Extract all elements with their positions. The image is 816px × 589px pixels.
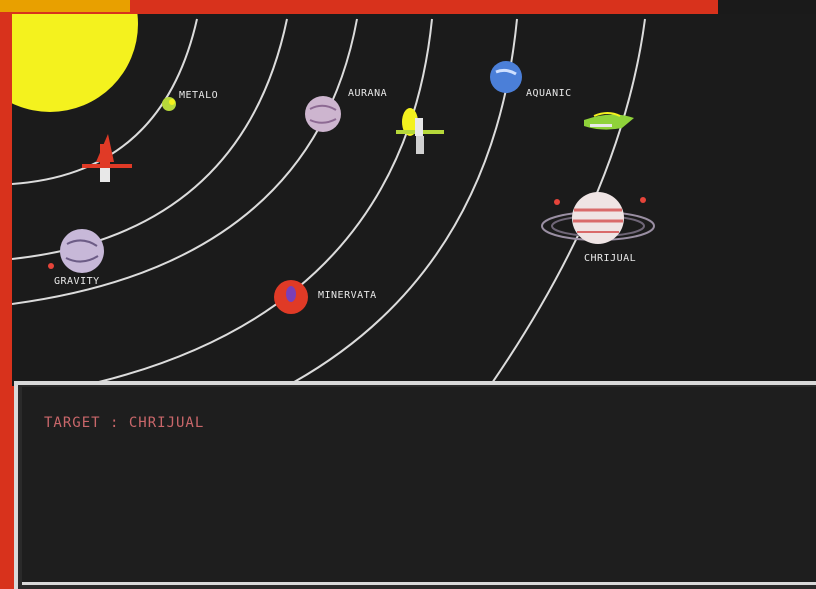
planet-label-chrijual: CHRIJUAL: [584, 253, 636, 264]
planet-aurana[interactable]: AURANA: [305, 88, 387, 132]
solar-system-map[interactable]: METALO AURANA AQUANIC GRAVITY MINERVATA …: [12, 14, 816, 386]
red-rocket-ship-icon[interactable]: [82, 134, 132, 182]
pink-planet-icon: [305, 96, 341, 132]
message-box: TARGET : CHRIJUAL: [22, 387, 816, 585]
orbit-5: [286, 18, 518, 386]
planet-label-metalo: METALO: [179, 90, 218, 101]
planet-label-aurana: AURANA: [348, 88, 387, 99]
planet-label-aquanic: AQUANIC: [526, 88, 572, 99]
ringed-planet-icon: [572, 192, 624, 244]
planet-label-minervata: MINERVATA: [318, 290, 377, 301]
blue-planet-icon: [490, 61, 522, 93]
planet-metalo[interactable]: METALO: [162, 90, 218, 111]
lavender-planet-icon: [60, 229, 104, 273]
orbit-4: [81, 18, 433, 386]
planet-chrijual[interactable]: CHRIJUAL: [541, 192, 655, 264]
yellow-rocket-ship-icon[interactable]: [396, 108, 444, 154]
game-frame: METALO AURANA AQUANIC GRAVITY MINERVATA …: [0, 0, 816, 589]
planet-gravity[interactable]: GRAVITY: [48, 229, 104, 287]
top-status-strip: [0, 0, 130, 12]
sun[interactable]: [12, 14, 138, 112]
planet-aquanic[interactable]: AQUANIC: [490, 61, 572, 99]
planet-minervata[interactable]: MINERVATA: [274, 280, 377, 314]
planet-label-gravity: GRAVITY: [54, 276, 100, 287]
top-right-corner: [718, 0, 816, 14]
green-spaceship-icon[interactable]: [584, 112, 634, 130]
message-panel: TARGET : CHRIJUAL: [14, 381, 816, 589]
target-readout: TARGET : CHRIJUAL: [44, 415, 205, 431]
